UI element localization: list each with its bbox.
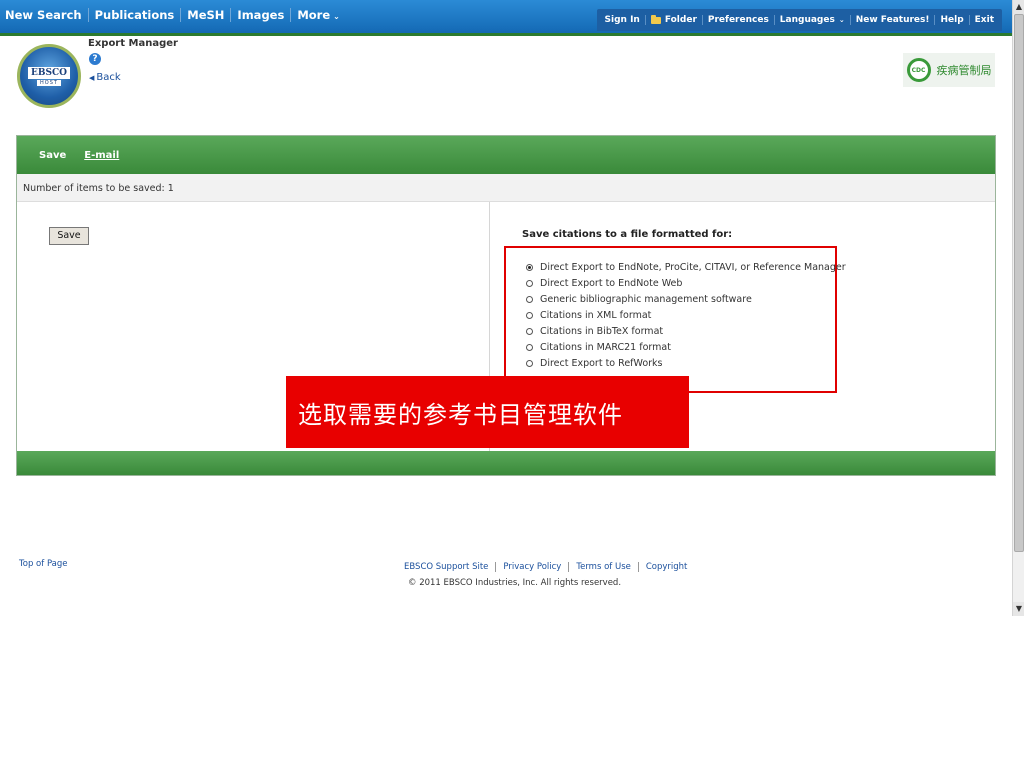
format-option-label: Citations in BibTeX format: [540, 325, 664, 337]
callout-text: 选取需要的参考书目管理软件: [298, 400, 623, 429]
format-option-label: Citations in XML format: [540, 309, 652, 321]
scrollbar-thumb[interactable]: [1014, 14, 1024, 552]
save-button[interactable]: Save: [49, 227, 89, 245]
format-option-bibtex[interactable]: Citations in BibTeX format: [526, 323, 846, 339]
ebsco-host-logo[interactable]: EBSCO HOST: [17, 44, 81, 108]
folder-icon: [650, 14, 661, 24]
exit-link[interactable]: Exit: [968, 15, 999, 25]
annotation-callout: 选取需要的参考书目管理软件: [286, 376, 689, 448]
nav-mesh[interactable]: MeSH: [180, 8, 230, 22]
logo-subtext: HOST: [37, 79, 61, 86]
back-link[interactable]: ◀ Back: [89, 72, 121, 83]
items-count-bar: Number of items to be saved: 1: [17, 174, 995, 202]
chevron-down-icon: ⌄: [333, 12, 340, 21]
format-option-label: Direct Export to RefWorks: [540, 357, 663, 369]
radio-button[interactable]: [526, 279, 533, 287]
vertical-scrollbar[interactable]: ▲ ▼: [1012, 0, 1024, 616]
institution-name: 疾病管制局: [936, 64, 992, 77]
radio-button[interactable]: [526, 311, 533, 319]
radio-button[interactable]: [526, 263, 533, 271]
format-option-xml[interactable]: Citations in XML format: [526, 307, 846, 323]
help-link[interactable]: Help: [934, 15, 968, 25]
format-option-endnote-web[interactable]: Direct Export to EndNote Web: [526, 275, 846, 291]
top-nav-bar: New Search Publications MeSH Images More…: [0, 0, 1012, 36]
help-icon[interactable]: ?: [89, 53, 101, 65]
format-option-label: Direct Export to EndNote, ProCite, CITAV…: [540, 261, 846, 273]
back-label: Back: [96, 72, 121, 83]
format-option-label: Citations in MARC21 format: [540, 341, 671, 353]
folder-label: Folder: [664, 15, 697, 25]
preferences-link[interactable]: Preferences: [701, 15, 774, 25]
copyright-link[interactable]: Copyright: [637, 562, 695, 572]
format-option-label: Direct Export to EndNote Web: [540, 277, 683, 289]
nav-more[interactable]: More ⌄: [290, 8, 346, 22]
format-option-generic[interactable]: Generic bibliographic management softwar…: [526, 291, 846, 307]
tab-email[interactable]: E-mail: [84, 150, 119, 161]
format-option-label: Generic bibliographic management softwar…: [540, 293, 752, 305]
scroll-down-icon[interactable]: ▼: [1013, 602, 1024, 616]
tab-save[interactable]: Save: [39, 150, 66, 161]
top-of-page-link[interactable]: Top of Page: [19, 559, 68, 569]
nav-publications[interactable]: Publications: [87, 8, 181, 22]
footer-links: EBSCO Support Site Privacy Policy Terms …: [404, 562, 694, 572]
nav-new-search[interactable]: New Search: [0, 8, 88, 22]
terms-of-use-link[interactable]: Terms of Use: [568, 562, 638, 572]
utility-links: Sign In Folder Preferences Languages ⌄ Ne…: [596, 9, 1002, 31]
format-title: Save citations to a file formatted for:: [522, 229, 733, 240]
primary-nav: New Search Publications MeSH Images More…: [0, 0, 346, 30]
nav-more-label: More: [297, 8, 331, 22]
items-count-text: Number of items to be saved: 1: [23, 183, 174, 194]
format-option-marc21[interactable]: Citations in MARC21 format: [526, 339, 846, 355]
copyright-text: © 2011 EBSCO Industries, Inc. All rights…: [408, 578, 622, 588]
nav-images[interactable]: Images: [230, 8, 290, 22]
folder-link[interactable]: Folder: [644, 14, 702, 25]
format-options: Direct Export to EndNote, ProCite, CITAV…: [526, 259, 846, 371]
languages-label: Languages: [779, 15, 835, 25]
radio-button[interactable]: [526, 327, 533, 335]
support-site-link[interactable]: EBSCO Support Site: [404, 562, 495, 572]
format-option-endnote[interactable]: Direct Export to EndNote, ProCite, CITAV…: [526, 259, 846, 275]
new-features-link[interactable]: New Features!: [849, 15, 935, 25]
logo-text: EBSCO: [28, 66, 70, 79]
format-option-refworks[interactable]: Direct Export to RefWorks: [526, 355, 846, 371]
back-arrow-icon: ◀: [89, 74, 95, 82]
panel-footer: [17, 451, 995, 475]
languages-link[interactable]: Languages ⌄: [773, 15, 850, 25]
radio-button[interactable]: [526, 343, 533, 351]
scroll-up-icon[interactable]: ▲: [1013, 0, 1024, 14]
radio-button[interactable]: [526, 359, 533, 367]
chevron-down-icon: ⌄: [838, 16, 845, 24]
institution-logo: CDC 疾病管制局: [903, 53, 995, 87]
page-title: Export Manager: [88, 38, 178, 49]
radio-button[interactable]: [526, 295, 533, 303]
institution-emblem-icon: CDC: [906, 58, 931, 82]
sign-in-link[interactable]: Sign In: [600, 15, 645, 25]
panel-header: Save E-mail: [17, 136, 995, 174]
privacy-policy-link[interactable]: Privacy Policy: [495, 562, 568, 572]
